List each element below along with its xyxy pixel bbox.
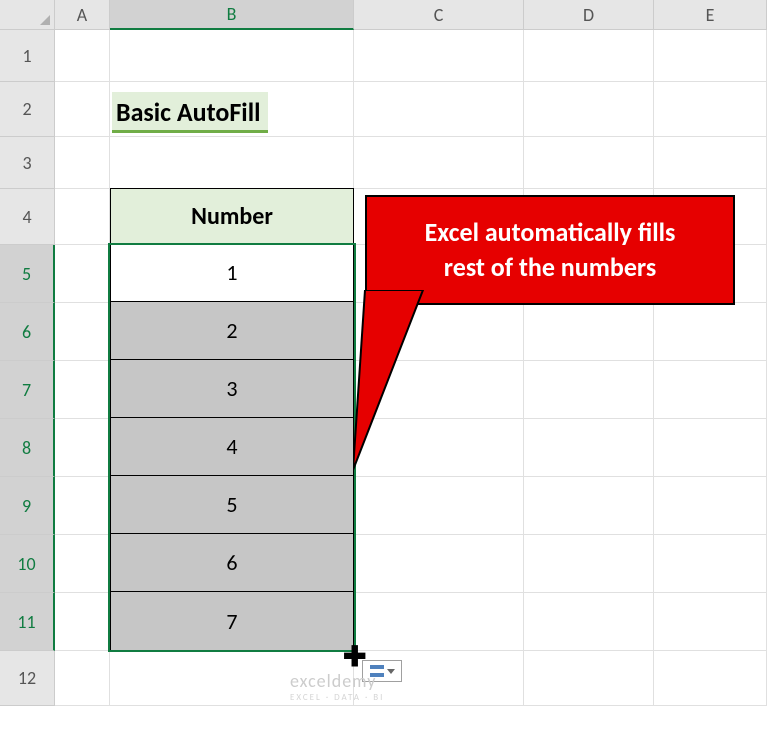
column-header-B[interactable]: B bbox=[110, 0, 354, 30]
cell-D7[interactable] bbox=[524, 361, 654, 419]
callout-box: Excel automatically fills rest of the nu… bbox=[365, 195, 735, 305]
cell-E10[interactable] bbox=[654, 535, 767, 593]
callout: Excel automatically fills rest of the nu… bbox=[365, 195, 735, 305]
cell-A7[interactable] bbox=[55, 361, 110, 419]
cell-D11[interactable] bbox=[524, 593, 654, 651]
cell-C11[interactable] bbox=[354, 593, 524, 651]
column-header-D[interactable]: D bbox=[524, 0, 654, 30]
row-header-7[interactable]: 7 bbox=[0, 361, 55, 419]
row-header-12[interactable]: 12 bbox=[0, 651, 55, 706]
cell-A11[interactable] bbox=[55, 593, 110, 651]
cell-E1[interactable] bbox=[654, 30, 767, 82]
autofill-icon bbox=[370, 665, 384, 677]
cell-A3[interactable] bbox=[55, 137, 110, 189]
row-header-8[interactable]: 8 bbox=[0, 419, 55, 477]
cell-A10[interactable] bbox=[55, 535, 110, 593]
cell-D1[interactable] bbox=[524, 30, 654, 82]
cell-D10[interactable] bbox=[524, 535, 654, 593]
select-all-corner[interactable] bbox=[0, 0, 55, 30]
cell-D3[interactable] bbox=[524, 137, 654, 189]
chevron-down-icon bbox=[387, 669, 395, 674]
callout-line1: Excel automatically fills bbox=[425, 216, 676, 248]
cell-E3[interactable] bbox=[654, 137, 767, 189]
cell-A5[interactable] bbox=[55, 245, 110, 303]
cell-A2[interactable] bbox=[55, 82, 110, 137]
row-header-10[interactable]: 10 bbox=[0, 535, 55, 593]
cell-E9[interactable] bbox=[654, 477, 767, 535]
table-row[interactable]: 7 bbox=[111, 592, 353, 650]
cell-A4[interactable] bbox=[55, 189, 110, 245]
cell-E11[interactable] bbox=[654, 593, 767, 651]
cell-C10[interactable] bbox=[354, 535, 524, 593]
autofill-options-button[interactable] bbox=[362, 660, 402, 682]
callout-line2: rest of the numbers bbox=[444, 251, 656, 283]
row-header-2[interactable]: 2 bbox=[0, 82, 55, 137]
cell-D8[interactable] bbox=[524, 419, 654, 477]
row-header-3[interactable]: 3 bbox=[0, 137, 55, 189]
row-header-5[interactable]: 5 bbox=[0, 245, 55, 303]
callout-tail-icon bbox=[353, 290, 473, 530]
cell-A1[interactable] bbox=[55, 30, 110, 82]
cell-E7[interactable] bbox=[654, 361, 767, 419]
cell-D2[interactable] bbox=[524, 82, 654, 137]
row-header-11[interactable]: 11 bbox=[0, 593, 55, 651]
spreadsheet: ABCDE 123456789101112 Basic AutoFill Num… bbox=[0, 0, 767, 736]
row-header-9[interactable]: 9 bbox=[0, 477, 55, 535]
title-cell[interactable]: Basic AutoFill bbox=[112, 92, 268, 133]
column-header-E[interactable]: E bbox=[654, 0, 767, 30]
table-row[interactable]: 6 bbox=[111, 534, 353, 592]
row-headers: 123456789101112 bbox=[0, 30, 55, 706]
cell-C1[interactable] bbox=[354, 30, 524, 82]
column-header-C[interactable]: C bbox=[354, 0, 524, 30]
cell-D9[interactable] bbox=[524, 477, 654, 535]
cell-C3[interactable] bbox=[354, 137, 524, 189]
table-row[interactable]: 1 bbox=[111, 244, 353, 302]
cell-D6[interactable] bbox=[524, 303, 654, 361]
column-headers: ABCDE bbox=[55, 0, 767, 30]
table-row[interactable]: 3 bbox=[111, 360, 353, 418]
table-header[interactable]: Number bbox=[110, 188, 354, 244]
cell-B3[interactable] bbox=[110, 137, 354, 189]
table-row[interactable]: 5 bbox=[111, 476, 353, 534]
cell-A8[interactable] bbox=[55, 419, 110, 477]
cell-E12[interactable] bbox=[654, 651, 767, 706]
cell-E2[interactable] bbox=[654, 82, 767, 137]
row-header-4[interactable]: 4 bbox=[0, 189, 55, 245]
cell-E8[interactable] bbox=[654, 419, 767, 477]
table-row[interactable]: 2 bbox=[111, 302, 353, 360]
cell-C2[interactable] bbox=[354, 82, 524, 137]
cell-A6[interactable] bbox=[55, 303, 110, 361]
table-body: 1234567 bbox=[110, 244, 354, 651]
cell-B12[interactable] bbox=[110, 651, 354, 706]
cell-B1[interactable] bbox=[110, 30, 354, 82]
cell-E6[interactable] bbox=[654, 303, 767, 361]
cell-A9[interactable] bbox=[55, 477, 110, 535]
row-header-6[interactable]: 6 bbox=[0, 303, 55, 361]
table-row[interactable]: 4 bbox=[111, 418, 353, 476]
cell-D12[interactable] bbox=[524, 651, 654, 706]
number-table: Number 1234567 bbox=[110, 188, 354, 651]
column-header-A[interactable]: A bbox=[55, 0, 110, 30]
row-header-1[interactable]: 1 bbox=[0, 30, 55, 82]
cell-A12[interactable] bbox=[55, 651, 110, 706]
